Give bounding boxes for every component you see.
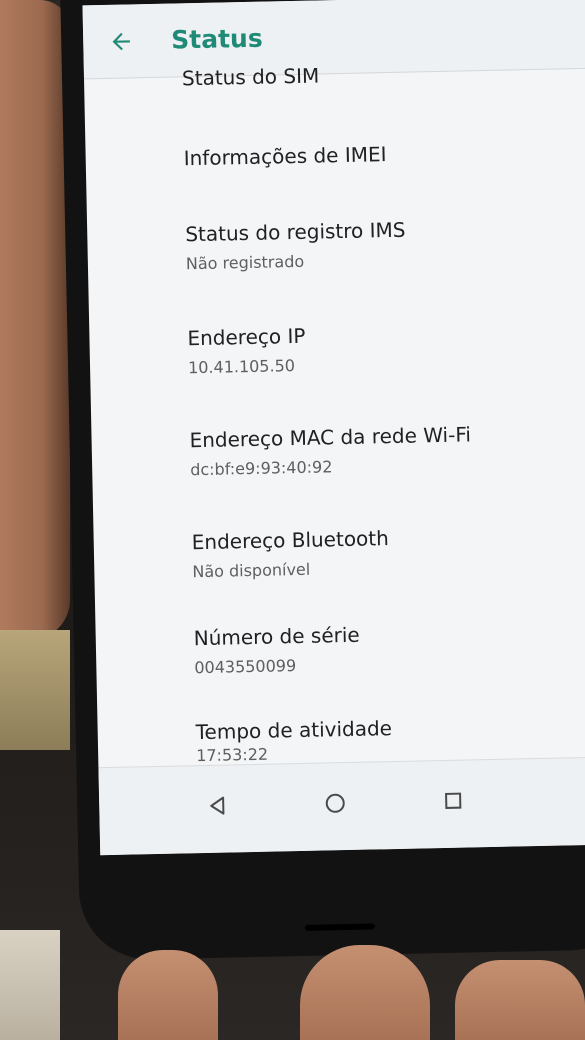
item-title: Número de série	[193, 622, 360, 651]
item-value: Não registrado	[185, 251, 305, 274]
list-item-bluetooth-address[interactable]: Endereço Bluetooth Não disponível	[191, 521, 585, 583]
background-finger	[118, 950, 218, 1040]
list-item-imei[interactable]: Informações de IMEI	[183, 137, 583, 171]
page-title: Status	[170, 23, 263, 55]
circle-home-icon[interactable]	[317, 785, 354, 822]
navigation-bar	[98, 756, 585, 856]
item-value: dc:bf:e9:93:40:92	[190, 457, 333, 480]
background-paper	[0, 930, 60, 1040]
item-title: Endereço IP	[187, 323, 306, 351]
arrow-left-icon[interactable]	[101, 21, 142, 62]
list-item-ims-registration[interactable]: Status do registro IMS Não registrado	[185, 213, 585, 275]
background-finger	[455, 960, 585, 1040]
list-item-serial-number[interactable]: Número de série 0043550099	[193, 617, 585, 679]
item-title: Endereço MAC da rede Wi-Fi	[189, 422, 472, 453]
screen: Status Status do SIM Informações de IMEI…	[82, 0, 585, 856]
item-value: 10.41.105.50	[187, 356, 296, 378]
phone-device: Status Status do SIM Informações de IMEI…	[60, 0, 585, 961]
item-value: 0043550099	[194, 656, 297, 678]
item-value: Não disponível	[192, 559, 311, 582]
triangle-back-icon[interactable]	[199, 787, 236, 824]
list-item-wifi-mac[interactable]: Endereço MAC da rede Wi-Fi dc:bf:e9:93:4…	[189, 419, 585, 481]
item-title: Status do registro IMS	[185, 217, 406, 247]
square-recents-icon[interactable]	[435, 782, 472, 819]
background-desk	[0, 630, 70, 750]
item-title: Endereço Bluetooth	[191, 526, 390, 555]
background-finger	[300, 945, 430, 1040]
background-hand	[0, 0, 70, 640]
list-item-ip-address[interactable]: Endereço IP 10.41.105.50	[187, 317, 585, 379]
phone-speaker	[304, 923, 375, 931]
item-title: Informações de IMEI	[183, 142, 387, 171]
